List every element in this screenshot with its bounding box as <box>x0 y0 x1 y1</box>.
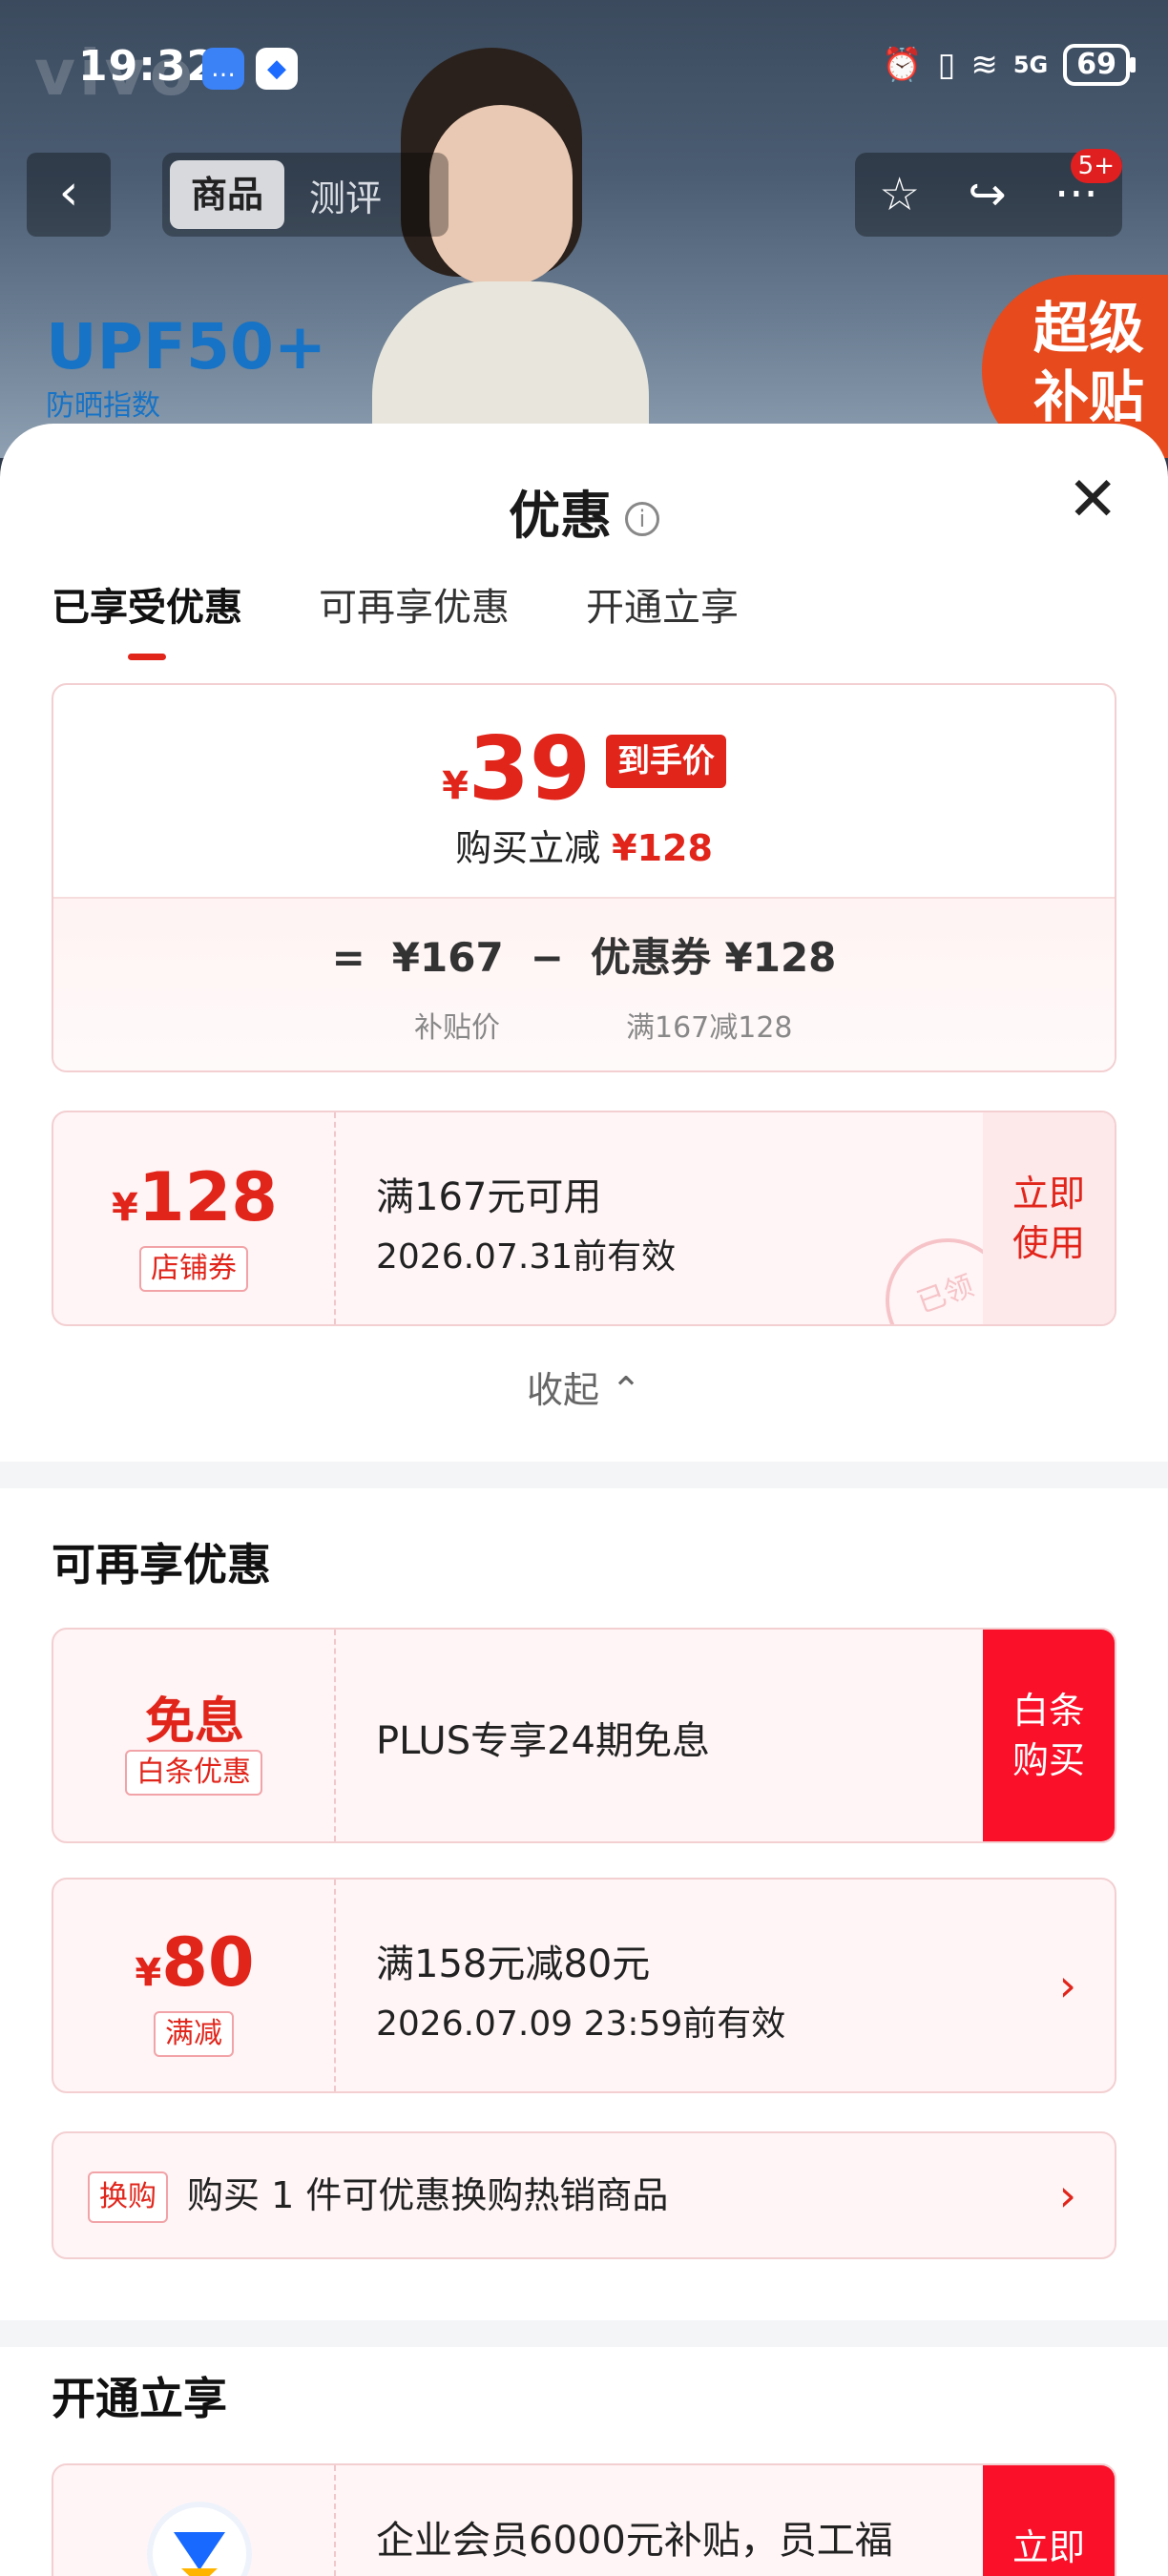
open-offers-title: 开通立享 <box>52 2373 227 2424</box>
status-bar: 19:32 … ◆ ⏰ ▯ ≋ 5G 69 <box>0 0 1168 134</box>
discount-tabs: 已享受优惠 可再享优惠 开通立享 <box>52 576 739 632</box>
full-reduce-validity: 2026.07.09 23:59前有效 <box>376 2005 786 2044</box>
enterprise-open-button[interactable]: 立即 <box>983 2465 1115 2576</box>
section-divider <box>0 2320 1168 2347</box>
alarm-icon: ⏰ <box>882 46 923 84</box>
reduce-line: 购买立减 ¥128 <box>455 827 713 869</box>
baitiao-offer: 免息 白条优惠 PLUS专享24期免息 白条 购买 <box>52 1628 1116 1843</box>
price-summary-card: ¥39 到手价 购买立减 ¥128 = ¥167− 优惠券 ¥128 补贴价 满167… <box>52 683 1116 1072</box>
product-tabs: 商品 测评 <box>162 153 448 237</box>
sheet-title: 优惠 i <box>0 473 1168 549</box>
tab-open[interactable]: 开通立享 <box>586 576 739 632</box>
back-button[interactable]: ‹ <box>27 153 111 237</box>
signal-icon: 5G <box>1012 52 1049 78</box>
tab-review[interactable]: 测评 <box>284 169 407 221</box>
collapse-button[interactable]: 收起 ⌃ <box>0 1361 1168 1413</box>
vibrate-icon: ▯ <box>937 46 956 84</box>
message-badge: 5+ <box>1070 149 1122 183</box>
wifi-icon: ≋ <box>970 46 998 84</box>
final-price-tag: 到手价 <box>605 735 726 788</box>
status-time: 19:32 <box>78 42 218 91</box>
nav-actions: ☆ ↪ ··· 5+ <box>855 149 1122 237</box>
product-nav: ‹ 商品 测评 ☆ ↪ ··· 5+ <box>27 149 1141 239</box>
swap-tag: 换购 <box>88 2171 168 2223</box>
section-divider <box>0 1462 1168 1488</box>
baitiao-tag: 白条优惠 <box>125 1750 262 1796</box>
subsidy-label: 补贴价 <box>414 1011 500 1045</box>
full-reduce-title: 满158元减80元 <box>376 1942 651 1986</box>
tab-more[interactable]: 可再享优惠 <box>319 576 510 632</box>
enterprise-title: 企业会员6000元补贴，员工福 <box>376 2519 893 2563</box>
discount-sheet: 优惠 i ✕ 已享受优惠 可再享优惠 开通立享 ¥39 到手价 购买立减 ¥128 … <box>0 424 1168 2576</box>
coupon-rule: 满167减128 <box>626 1011 793 1045</box>
battery-indicator: 69 <box>1063 44 1136 86</box>
baitiao-buy-button[interactable]: 白条 购买 <box>983 1630 1115 1841</box>
shield-app-icon: ◆ <box>256 48 298 90</box>
coupon-title: 满167元可用 <box>376 1175 602 1219</box>
info-icon[interactable]: i <box>625 502 659 537</box>
price-calculation: = ¥167− 优惠券 ¥128 补贴价 满167减128 <box>53 897 1115 1070</box>
more-offers-title: 可再享优惠 <box>52 1539 271 1590</box>
message-app-icon: … <box>202 48 244 90</box>
full-reduce-offer[interactable]: ¥80 满减 满158元减80元 2026.07.09 23:59前有效 › <box>52 1878 1116 2093</box>
coupon-validity: 2026.07.31前有效 <box>376 1237 677 1277</box>
close-icon[interactable]: ✕ <box>1067 469 1118 530</box>
tab-enjoyed[interactable]: 已享受优惠 <box>52 576 242 632</box>
swap-text: 购买 1 件可优惠换购热销商品 <box>187 2174 669 2216</box>
favorite-icon[interactable]: ☆ <box>879 168 920 221</box>
upf-title: UPF50+ <box>46 310 327 384</box>
baitiao-title: PLUS专享24期免息 <box>376 1719 710 1763</box>
chevron-right-icon: › <box>1058 2170 1076 2221</box>
chevron-right-icon: › <box>1058 1960 1076 2011</box>
final-price: ¥39 到手价 <box>53 717 1115 820</box>
use-now-button[interactable]: 立即 使用 <box>983 1112 1115 1324</box>
upf-subtitle: 防晒指数 <box>46 389 160 423</box>
share-icon[interactable]: ↪ <box>969 168 1007 221</box>
tab-product[interactable]: 商品 <box>170 160 285 229</box>
full-reduce-tag: 满减 <box>154 2011 234 2057</box>
coupon-type-tag: 店铺券 <box>139 1246 248 1292</box>
enterprise-offer: 企业会员6000元补贴，员工福 立即 <box>52 2463 1116 2576</box>
swap-offer[interactable]: 换购 购买 1 件可优惠换购热销商品 › <box>52 2131 1116 2259</box>
store-coupon: ¥128 店铺券 满167元可用 2026.07.31前有效 已领 立即 使用 <box>52 1111 1116 1326</box>
